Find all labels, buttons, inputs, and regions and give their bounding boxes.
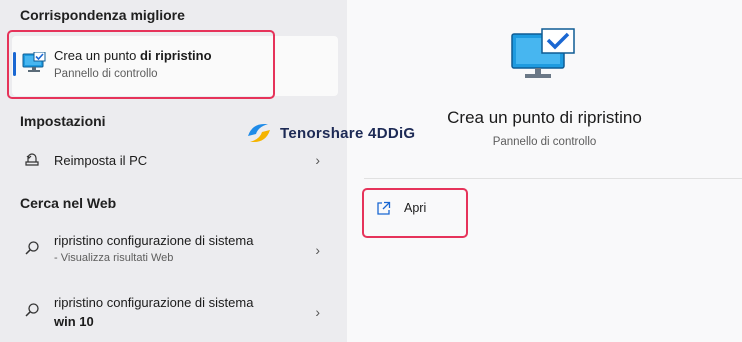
- web-result-label: ripristino configurazione di sistema: [54, 233, 254, 248]
- chevron-right-icon: ›: [315, 242, 320, 258]
- web-result-label: ripristino configurazione di sistema: [54, 295, 254, 310]
- web-result-sub: win 10: [54, 314, 94, 329]
- highlight-box-best-match: [7, 30, 275, 99]
- preview-subtitle: Pannello di controllo: [492, 136, 597, 148]
- chevron-right-icon: ›: [315, 304, 320, 320]
- web-result-item[interactable]: ripristino configurazione di sistema win…: [12, 288, 338, 338]
- settings-item-label: Reimposta il PC: [54, 153, 148, 168]
- settings-heading: Impostazioni: [20, 113, 106, 129]
- web-result-sub: - Visualizza risultati Web: [54, 252, 174, 264]
- best-match-heading: Corrispondenza migliore: [20, 7, 185, 23]
- preview-title: Crea un punto di ripristino: [447, 108, 642, 127]
- web-search-heading: Cerca nel Web: [20, 195, 117, 211]
- chevron-right-icon: ›: [315, 152, 320, 168]
- search-icon: [25, 303, 39, 317]
- highlight-box-open: [362, 188, 468, 238]
- web-result-item[interactable]: ripristino configurazione di sistema - V…: [12, 226, 338, 276]
- search-icon: [25, 241, 39, 255]
- reset-pc-icon: [25, 153, 39, 166]
- settings-item-reset-pc[interactable]: Reimposta il PC ›: [12, 144, 338, 178]
- tenorshare-logo: [248, 124, 270, 142]
- divider: [364, 178, 742, 179]
- monitor-check-icon: [511, 28, 575, 78]
